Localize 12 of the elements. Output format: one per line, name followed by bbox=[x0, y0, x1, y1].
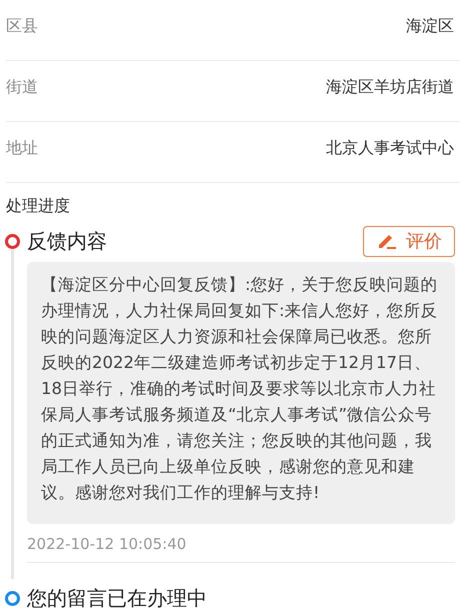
field-label: 街道 bbox=[6, 76, 38, 98]
reply-text: 【海淀区分中心回复反馈】:您好，关于您反映问题的办理情况，人力社保局回复如下:来信人您好，您所反映的问题海淀区人力资源和社会保障局已收悉。您所反映的2022年二级建造师考试初步定于12月17日、18日举行，准确的考试时间及要求等以北京市人力社保局人事考试服务频道及“北京人事考试”微信公众号的正式通知为准，请您关注；您反映的其他问题，我局工作人员已向上级单位反映，感谢您的意见和建议。感谢您对我们工作的理解与支持! bbox=[41, 274, 439, 504]
field-value: 海淀区羊坊店街道 bbox=[326, 76, 454, 98]
step-title: 您的留言已在办理中 bbox=[27, 585, 207, 611]
field-value: 海淀区 bbox=[406, 14, 454, 36]
timestamp: 2022-10-12 10:05:40 bbox=[27, 535, 186, 553]
rate-button[interactable]: 评价 bbox=[363, 226, 455, 256]
field-value: 北京人事考试中心 bbox=[326, 136, 454, 158]
section-title: 处理进度 bbox=[6, 196, 70, 215]
field-label: 地址 bbox=[6, 136, 38, 158]
field-label: 区县 bbox=[6, 14, 38, 36]
step-title: 反馈内容 bbox=[27, 228, 107, 255]
